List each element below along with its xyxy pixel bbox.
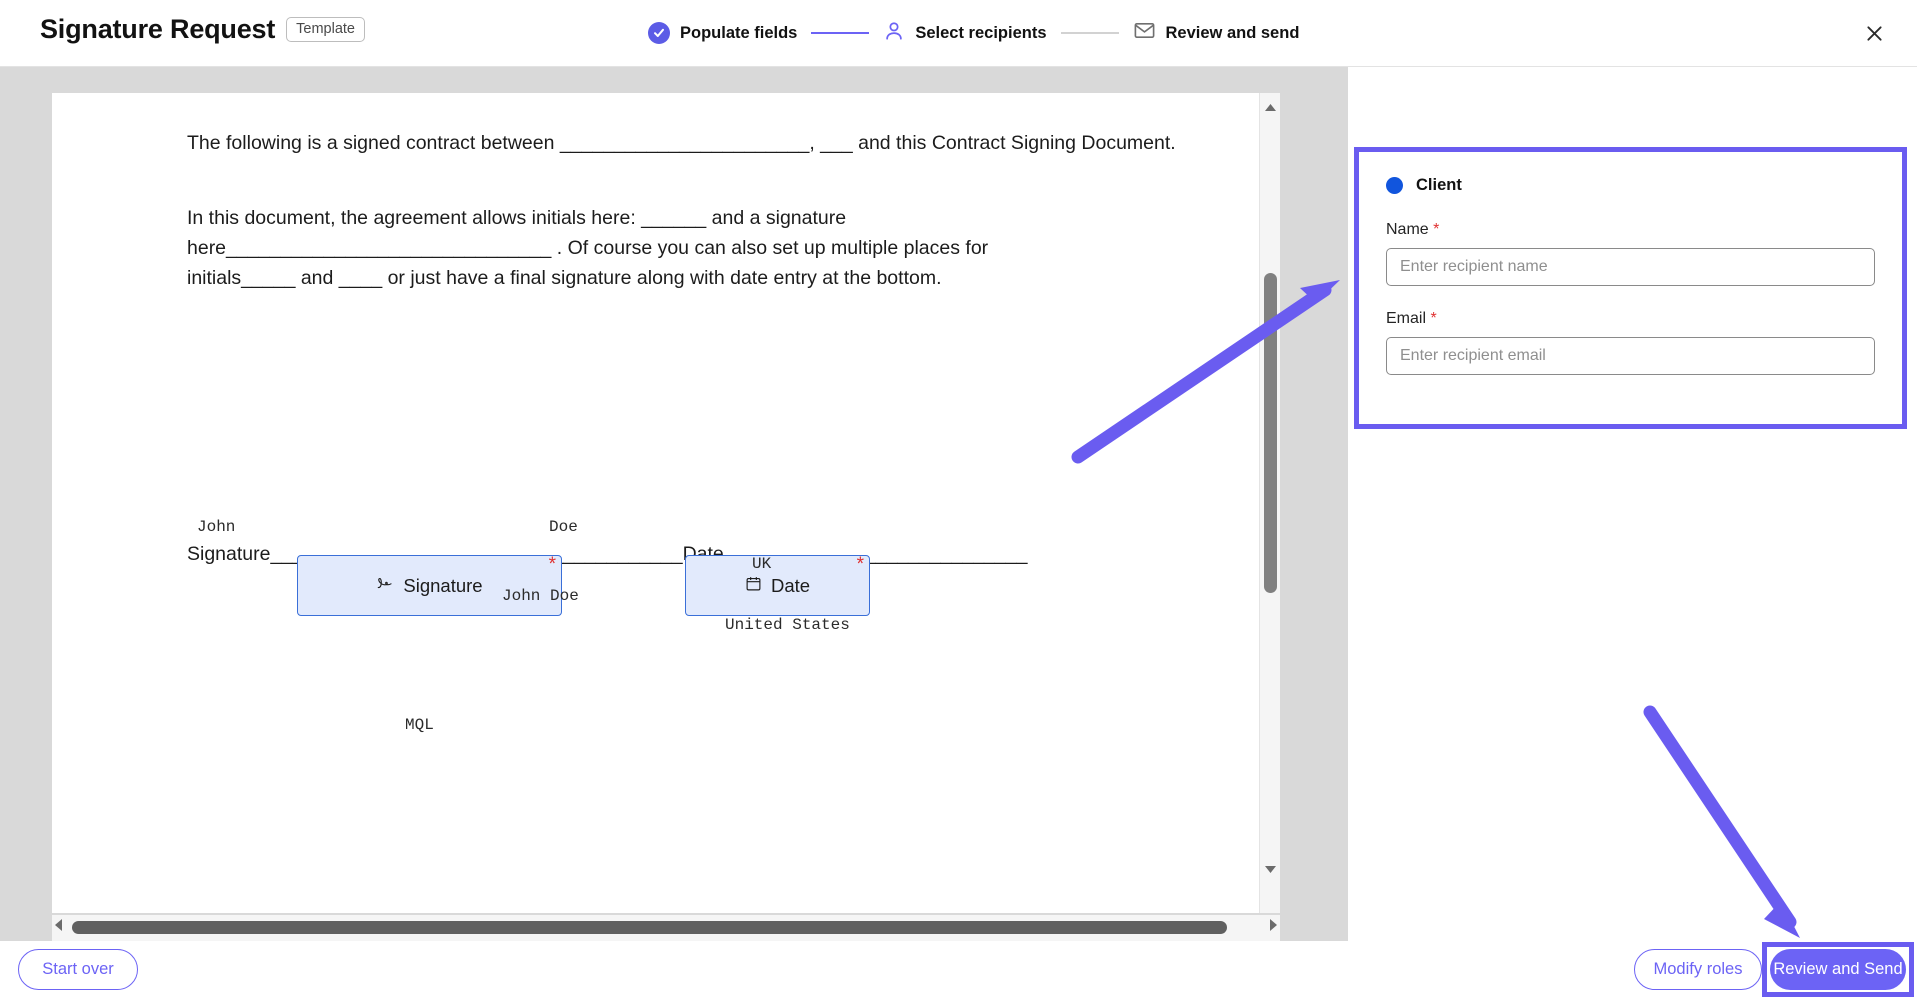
vertical-scrollbar-thumb[interactable]	[1264, 273, 1277, 593]
chevron-right-icon[interactable]	[1269, 918, 1278, 937]
page-title: Signature Request	[40, 14, 276, 44]
filled-value: UK	[752, 555, 772, 573]
name-label: Name *	[1386, 221, 1875, 239]
recipients-panel: Client Name * Email *	[1348, 67, 1917, 941]
role-name: Client	[1416, 176, 1462, 194]
filled-value: MQL	[405, 716, 434, 734]
email-label-text: Email	[1386, 310, 1427, 327]
required-asterisk: *	[1433, 221, 1440, 238]
title-group: Signature Request Template	[40, 14, 365, 45]
filled-value: United States	[725, 616, 850, 634]
filled-value: John Doe	[502, 587, 579, 605]
step-connector-2	[1060, 32, 1119, 34]
horizontal-scrollbar[interactable]	[52, 915, 1280, 941]
check-circle-icon	[648, 22, 670, 44]
step-connector-1	[811, 32, 870, 34]
recipient-name-input[interactable]	[1386, 248, 1875, 286]
name-label-text: Name	[1386, 221, 1429, 238]
email-label: Email *	[1386, 310, 1875, 328]
required-asterisk: *	[856, 554, 864, 575]
filled-value: Doe	[549, 518, 578, 536]
signature-request-modal: Signature Request Template Populate fiel…	[0, 0, 1917, 998]
modal-footer: Start over Modify roles Review and Send	[0, 941, 1917, 998]
envelope-icon	[1133, 19, 1156, 47]
name-field-group: Name *	[1386, 221, 1875, 286]
filled-value: John	[197, 518, 236, 536]
step-populate-fields[interactable]: Populate fields	[648, 22, 797, 44]
signature-field[interactable]: Signature *	[297, 555, 562, 616]
modal-body: The following is a signed contract betwe…	[0, 67, 1917, 941]
signature-field-content: Signature	[376, 574, 483, 597]
progress-stepper: Populate fields Select recipients Review…	[648, 13, 1299, 53]
review-and-send-button[interactable]: Review and Send	[1770, 949, 1906, 990]
calendar-icon	[745, 575, 762, 597]
step-label: Select recipients	[915, 23, 1047, 42]
chevron-down-icon[interactable]	[1260, 861, 1281, 879]
chevron-left-icon[interactable]	[54, 918, 63, 937]
modify-roles-button[interactable]: Modify roles	[1634, 949, 1762, 990]
start-over-button[interactable]: Start over	[18, 949, 138, 990]
role-color-dot	[1386, 177, 1403, 194]
template-badge: Template	[286, 16, 365, 43]
vertical-scrollbar[interactable]	[1259, 93, 1280, 913]
required-asterisk: *	[1430, 310, 1437, 327]
date-field[interactable]: Date *	[685, 555, 870, 616]
step-select-recipients[interactable]: Select recipients	[883, 20, 1047, 47]
date-field-content: Date	[745, 575, 810, 597]
document-viewer[interactable]: The following is a signed contract betwe…	[52, 93, 1280, 913]
document-paragraph-1: The following is a signed contract betwe…	[187, 132, 1176, 154]
document-paragraph-2: In this document, the agreement allows i…	[187, 207, 989, 289]
required-asterisk: *	[548, 554, 556, 575]
recipient-role-row: Client	[1386, 176, 1875, 195]
recipient-email-input[interactable]	[1386, 337, 1875, 375]
date-field-label: Date	[770, 574, 811, 596]
email-field-group: Email *	[1386, 310, 1875, 375]
step-label: Populate fields	[680, 23, 798, 42]
step-review-and-send[interactable]: Review and send	[1133, 19, 1300, 47]
close-icon[interactable]	[1855, 14, 1893, 52]
step-label: Review and send	[1165, 23, 1300, 42]
signature-pen-icon	[376, 574, 394, 597]
chevron-up-icon[interactable]	[1260, 99, 1281, 117]
horizontal-scrollbar-thumb[interactable]	[72, 921, 1227, 934]
document-page: The following is a signed contract betwe…	[52, 93, 1280, 913]
modal-header: Signature Request Template Populate fiel…	[0, 0, 1917, 66]
recipient-card: Client Name * Email *	[1354, 147, 1907, 429]
person-icon	[883, 20, 905, 47]
signature-field-label: Signature	[403, 574, 483, 596]
recipient-card-body: Client Name * Email *	[1359, 152, 1902, 424]
